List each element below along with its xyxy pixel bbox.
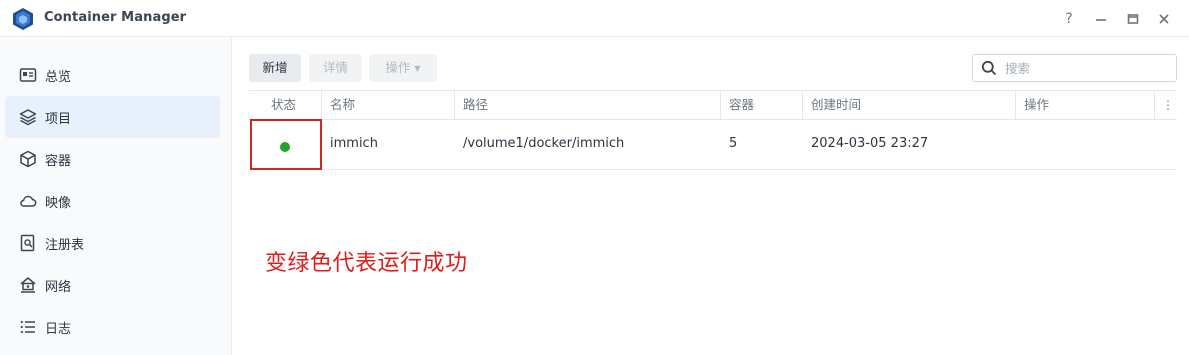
sidebar-item-image[interactable]: 映像 bbox=[5, 180, 220, 222]
project-created-time: 2024-03-05 23:27 bbox=[811, 136, 929, 151]
column-divider[interactable] bbox=[454, 91, 455, 119]
search-icon bbox=[981, 60, 997, 76]
create-button[interactable]: 新增 bbox=[249, 54, 301, 82]
project-path: /volume1/docker/immich bbox=[463, 136, 625, 151]
close-icon[interactable] bbox=[1153, 8, 1175, 30]
app-title: Container Manager bbox=[44, 10, 187, 25]
table-header: 状态 名称 路径 容器 创建时间 操作 ⋮ bbox=[249, 90, 1177, 120]
minimize-icon[interactable] bbox=[1090, 8, 1112, 30]
column-name[interactable]: 名称 bbox=[330, 91, 355, 119]
network-icon bbox=[20, 277, 36, 293]
sidebar: 总览 项目 容器 映像 注册表 网络 日志 bbox=[0, 38, 232, 355]
sidebar-item-log[interactable]: 日志 bbox=[5, 306, 220, 348]
sidebar-item-label: 日志 bbox=[45, 322, 72, 337]
sidebar-item-container[interactable]: 容器 bbox=[5, 138, 220, 180]
container-manager-logo-icon bbox=[13, 8, 33, 30]
project-container-count: 5 bbox=[729, 136, 738, 151]
column-divider[interactable] bbox=[321, 91, 322, 119]
details-button[interactable]: 详情 bbox=[309, 54, 362, 82]
search-box[interactable] bbox=[972, 54, 1177, 82]
column-status[interactable]: 状态 bbox=[271, 91, 296, 119]
cloud-icon bbox=[20, 195, 37, 207]
registry-icon bbox=[20, 234, 35, 252]
overview-icon bbox=[19, 68, 37, 82]
search-input[interactable] bbox=[1005, 59, 1165, 77]
sidebar-item-network[interactable]: 网络 bbox=[5, 264, 220, 306]
sidebar-item-label: 总览 bbox=[45, 70, 72, 85]
actions-label: 操作 bbox=[385, 60, 411, 75]
sidebar-item-overview[interactable]: 总览 bbox=[5, 54, 220, 96]
column-containers[interactable]: 容器 bbox=[729, 91, 754, 119]
help-icon[interactable]: ? bbox=[1058, 8, 1080, 30]
sidebar-item-label: 注册表 bbox=[45, 238, 85, 253]
caret-down-icon: ▼ bbox=[414, 64, 421, 73]
title-bar: Container Manager ? bbox=[0, 0, 1189, 37]
column-divider[interactable] bbox=[802, 91, 803, 119]
actions-dropdown-button[interactable]: 操作 ▼ bbox=[369, 54, 437, 82]
table-row[interactable]: immich /volume1/docker/immich 5 2024-03-… bbox=[249, 119, 1177, 170]
column-path[interactable]: 路径 bbox=[463, 91, 488, 119]
sidebar-item-label: 映像 bbox=[45, 196, 72, 211]
annotation-text: 变绿色代表运行成功 bbox=[265, 251, 468, 276]
column-divider[interactable] bbox=[1015, 91, 1016, 119]
sidebar-item-label: 项目 bbox=[45, 112, 72, 127]
column-created-time[interactable]: 创建时间 bbox=[811, 91, 861, 119]
annotation-highlight-box bbox=[250, 119, 322, 170]
sidebar-item-registry[interactable]: 注册表 bbox=[5, 222, 220, 264]
main-panel: 新增 详情 操作▼ 状态 名称 路径 容器 创建时间 操作 ⋮ bbox=[233, 38, 1189, 355]
column-actions[interactable]: 操作 bbox=[1024, 91, 1049, 119]
cube-icon bbox=[20, 150, 36, 168]
maximize-icon[interactable] bbox=[1122, 8, 1144, 30]
layers-icon bbox=[19, 109, 37, 126]
column-divider[interactable] bbox=[1154, 91, 1155, 119]
sidebar-item-project[interactable]: 项目 bbox=[5, 96, 220, 138]
sidebar-item-label: 容器 bbox=[45, 154, 72, 169]
column-divider[interactable] bbox=[720, 91, 721, 119]
sidebar-item-label: 网络 bbox=[45, 280, 72, 295]
column-menu-icon[interactable]: ⋮ bbox=[1162, 91, 1174, 119]
project-name: immich bbox=[330, 136, 378, 151]
list-icon bbox=[20, 320, 35, 334]
